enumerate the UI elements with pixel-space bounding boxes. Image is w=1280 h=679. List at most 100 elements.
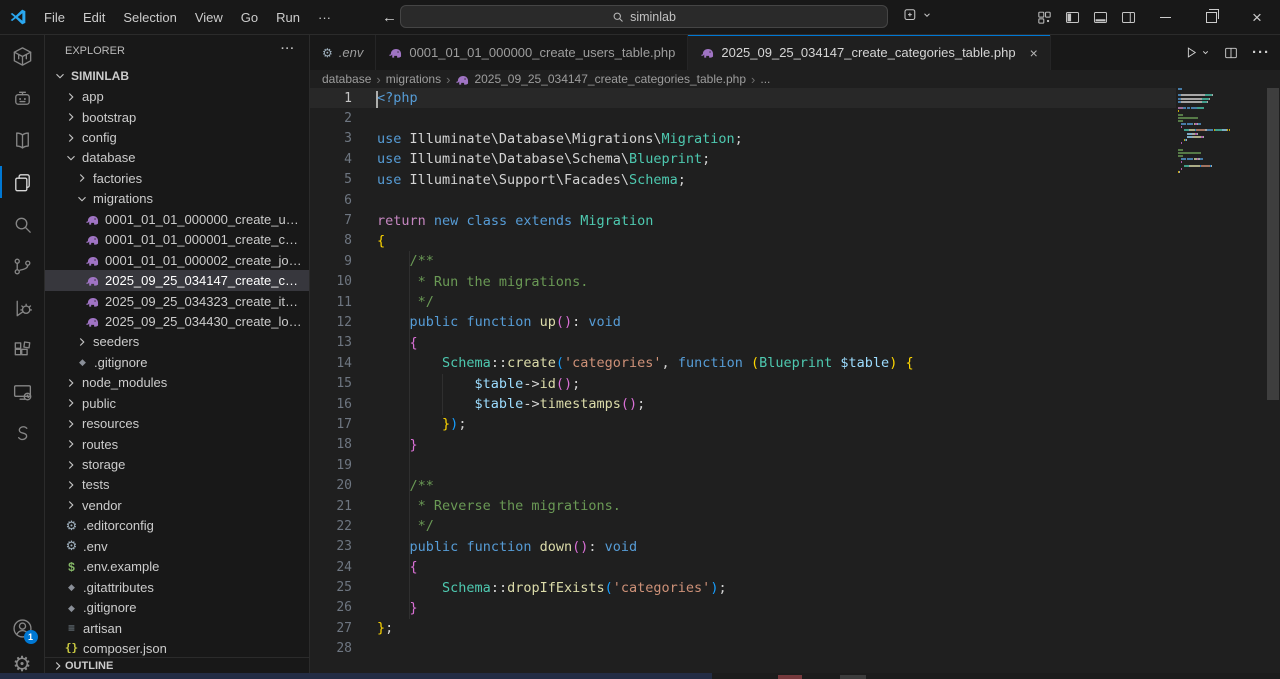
extensions-icon[interactable] bbox=[0, 329, 45, 371]
tree-folder-factories[interactable]: factories bbox=[45, 168, 309, 188]
menu-item-6[interactable]: ··· bbox=[309, 0, 340, 35]
source-control-icon[interactable] bbox=[0, 245, 45, 287]
tree-folder-vendor[interactable]: vendor bbox=[45, 495, 309, 515]
menu-item-4[interactable]: Go bbox=[232, 0, 267, 35]
tree-item-label: 0001_01_01_000002_create_jobs_table.php bbox=[105, 252, 309, 268]
tree-file-2025_09_25_034430_create_loans_table.php[interactable]: 2025_09_25_034430_create_loans_table.php bbox=[45, 311, 309, 331]
breadcrumb-item[interactable]: database bbox=[322, 72, 371, 86]
menu-item-3[interactable]: View bbox=[186, 0, 232, 35]
chevron-right-icon bbox=[63, 497, 79, 513]
status-strip bbox=[0, 673, 1280, 679]
tree-item-label: 2025_09_25_034323_create_items_table.php bbox=[105, 293, 309, 309]
line-number: 28 bbox=[336, 641, 352, 657]
minimap-line bbox=[1178, 104, 1266, 106]
tree-file-artisan[interactable]: ≡ artisan bbox=[45, 618, 309, 638]
split-editor-icon[interactable] bbox=[1223, 45, 1239, 61]
tree-file-2025_09_25_034323_create_items_table.php[interactable]: 2025_09_25_034323_create_items_table.php bbox=[45, 291, 309, 311]
chevron-right-icon bbox=[51, 659, 65, 673]
tree-file-.env[interactable]: ⚙ .env bbox=[45, 536, 309, 556]
tree-file-.gitattributes[interactable]: ◆ .gitattributes bbox=[45, 577, 309, 597]
remote-explorer-icon[interactable] bbox=[0, 371, 45, 413]
toggle-sidebar-icon[interactable] bbox=[1058, 0, 1086, 35]
editor-more-actions-icon[interactable]: ··· bbox=[1252, 44, 1270, 61]
tree-folder-public[interactable]: public bbox=[45, 393, 309, 413]
menu-item-5[interactable]: Run bbox=[267, 0, 309, 35]
tree-file-.gitignore[interactable]: ◆ .gitignore bbox=[45, 597, 309, 617]
tree-file-.editorconfig[interactable]: ⚙ .editorconfig bbox=[45, 516, 309, 536]
copilot-icon[interactable] bbox=[902, 6, 932, 24]
run-code-button[interactable] bbox=[1184, 45, 1210, 60]
tree-folder-bootstrap[interactable]: bootstrap bbox=[45, 107, 309, 127]
search-icon[interactable] bbox=[0, 203, 45, 245]
code-line-content: use Illuminate\Support\Facades\Schema; bbox=[377, 171, 686, 188]
tree-file-0001_01_01_000000_create_users_table.php[interactable]: 0001_01_01_000000_create_users_table.php bbox=[45, 209, 309, 229]
explorer-more-actions-icon[interactable]: ··· bbox=[281, 43, 295, 55]
menu-item-1[interactable]: Edit bbox=[74, 0, 114, 35]
code-line: 21 * Reverse the migrations. bbox=[310, 496, 1176, 516]
status-strip-accent2 bbox=[840, 675, 866, 679]
code-line: 13 { bbox=[310, 333, 1176, 353]
scrollbar-thumb[interactable] bbox=[1267, 88, 1279, 400]
php-file-icon bbox=[700, 45, 715, 60]
code-line-content: } bbox=[409, 436, 418, 453]
tab-2025_09_25_034147_create_categories_table.php[interactable]: 2025_09_25_034147_create_categories_tabl… bbox=[688, 35, 1051, 70]
toggle-panel-icon[interactable] bbox=[1086, 0, 1114, 35]
minimap-line bbox=[1178, 113, 1266, 116]
breadcrumb-item[interactable]: ... bbox=[760, 72, 770, 86]
tab-.env[interactable]: ⚙ .env bbox=[310, 35, 377, 70]
close-button[interactable]: × bbox=[1234, 0, 1280, 35]
container-icon[interactable] bbox=[0, 35, 45, 77]
robot-icon[interactable] bbox=[0, 77, 45, 119]
breadcrumb-label: migrations bbox=[385, 72, 442, 86]
tree-folder-resources[interactable]: resources bbox=[45, 413, 309, 433]
command-center-value: siminlab bbox=[630, 9, 676, 24]
tree-folder-SIMINLAB[interactable]: SIMINLAB bbox=[45, 66, 309, 86]
editor-scrollbar[interactable] bbox=[1266, 88, 1280, 679]
tab-close-icon[interactable]: × bbox=[1030, 45, 1038, 61]
tree-folder-config[interactable]: config bbox=[45, 127, 309, 147]
tree-file-.gitignore[interactable]: ◆ .gitignore bbox=[45, 352, 309, 372]
tree-folder-storage[interactable]: storage bbox=[45, 454, 309, 474]
tree-file-composer.json[interactable]: {} composer.json bbox=[45, 638, 309, 658]
command-center[interactable]: siminlab bbox=[400, 5, 888, 28]
toggle-secondary-sidebar-icon[interactable] bbox=[1114, 0, 1142, 35]
tree-folder-routes[interactable]: routes bbox=[45, 434, 309, 454]
tree-folder-app[interactable]: app bbox=[45, 86, 309, 106]
tree-file-0001_01_01_000002_create_jobs_table.php[interactable]: 0001_01_01_000002_create_jobs_table.php bbox=[45, 250, 309, 270]
customize-layout-icon[interactable] bbox=[1030, 0, 1058, 35]
menu-item-0[interactable]: File bbox=[35, 0, 74, 35]
tree-folder-database[interactable]: database bbox=[45, 148, 309, 168]
tab-0001_01_01_000000_create_users_table.php[interactable]: 0001_01_01_000000_create_users_table.php bbox=[376, 35, 689, 70]
tree-folder-tests[interactable]: tests bbox=[45, 475, 309, 495]
editor-group: ⚙ .env 0001_01_01_000000_create_users_tabl… bbox=[310, 35, 1280, 679]
nav-back-icon[interactable]: ← bbox=[382, 9, 397, 26]
account-icon[interactable]: 1 bbox=[0, 607, 45, 649]
minimap-line bbox=[1178, 145, 1266, 147]
code-line: 15 $table->id(); bbox=[310, 373, 1176, 393]
breadcrumb-item[interactable]: migrations bbox=[386, 72, 441, 86]
outline-section[interactable]: OUTLINE bbox=[45, 657, 309, 673]
minimap[interactable] bbox=[1178, 88, 1266, 177]
minimize-button[interactable] bbox=[1142, 0, 1188, 35]
tree-folder-seeders[interactable]: seeders bbox=[45, 332, 309, 352]
tree-folder-node_modules[interactable]: node_modules bbox=[45, 373, 309, 393]
tree-file-0001_01_01_000001_create_cache_table.php[interactable]: 0001_01_01_000001_create_cache_table.php bbox=[45, 230, 309, 250]
s-logo-icon[interactable] bbox=[0, 413, 45, 455]
tree-file-2025_09_25_034147_create_categories_table.php[interactable]: 2025_09_25_034147_create_categories_tabl… bbox=[45, 270, 309, 291]
menu-item-2[interactable]: Selection bbox=[114, 0, 185, 35]
explorer-icon[interactable] bbox=[0, 161, 45, 203]
tree-folder-migrations[interactable]: migrations bbox=[45, 189, 309, 209]
code-line: 28 bbox=[310, 639, 1176, 659]
code-editor[interactable]: 1 <?php 2 3 use Illuminate\Database\Migratio… bbox=[310, 88, 1176, 659]
restore-button[interactable] bbox=[1188, 0, 1234, 35]
book-icon[interactable] bbox=[0, 119, 45, 161]
tree-item-label: node_modules bbox=[82, 375, 168, 391]
chevron-right-icon bbox=[63, 395, 79, 411]
run-debug-icon[interactable] bbox=[0, 287, 45, 329]
tab-label: 2025_09_25_034147_create_categories_tabl… bbox=[721, 45, 1016, 60]
breadcrumb-item[interactable]: 2025_09_25_034147_create_categories_tabl… bbox=[455, 72, 746, 87]
code-line: 19 bbox=[310, 455, 1176, 475]
tree-file-.env.example[interactable]: $ .env.example bbox=[45, 557, 309, 577]
breadcrumb-label: 2025_09_25_034147_create_categories_tabl… bbox=[474, 72, 747, 86]
minimap-line bbox=[1178, 116, 1266, 119]
